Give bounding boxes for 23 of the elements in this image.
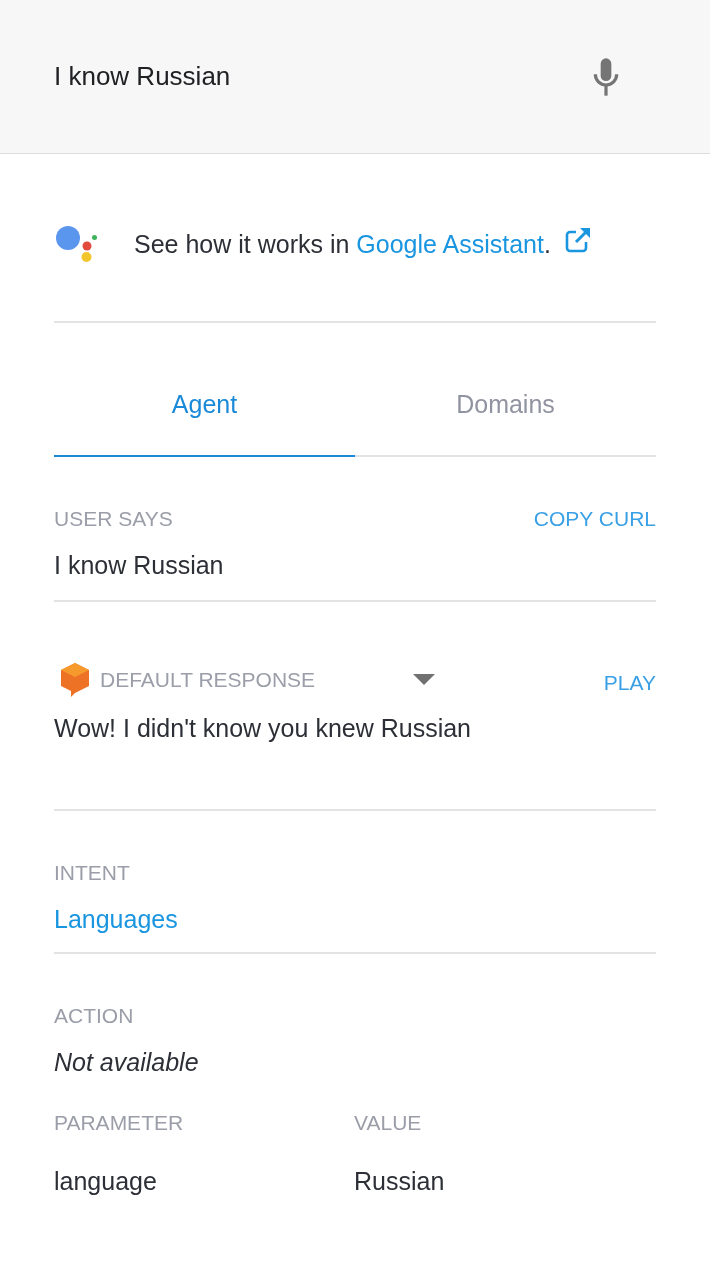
action-value: Not available bbox=[54, 1048, 200, 1077]
intent-link[interactable]: Languages bbox=[54, 905, 178, 934]
external-link-icon[interactable] bbox=[564, 227, 591, 253]
cube-icon bbox=[60, 662, 90, 698]
play-button[interactable]: PLAY bbox=[603, 671, 656, 695]
column-header: PARAMETER bbox=[54, 1111, 185, 1135]
table-cell-text: Russian bbox=[354, 1167, 446, 1196]
copy-curl-button[interactable]: COPY CURL bbox=[533, 507, 656, 531]
response-text: Wow! I didn't know you knew Russian bbox=[54, 714, 472, 743]
assistant-logo-icon bbox=[56, 224, 100, 264]
dropdown-caret-icon[interactable] bbox=[413, 674, 436, 686]
tab[interactable]: Domains bbox=[355, 353, 656, 457]
column-header: VALUE bbox=[354, 1111, 423, 1135]
section-label: DEFAULT RESPONSE bbox=[100, 668, 316, 692]
section-label: INTENT bbox=[54, 861, 131, 885]
assistant-link[interactable]: Google Assistant bbox=[356, 229, 544, 258]
section-label: USER SAYS bbox=[54, 507, 173, 531]
tab[interactable]: Agent bbox=[54, 353, 355, 457]
table-cell-text: language bbox=[54, 1167, 158, 1196]
query-text: I know Russian bbox=[54, 61, 231, 92]
banner-text: See how it works in Google Assistant. bbox=[134, 229, 551, 259]
section-label: ACTION bbox=[54, 1004, 135, 1028]
user-query-text: I know Russian bbox=[54, 551, 225, 580]
